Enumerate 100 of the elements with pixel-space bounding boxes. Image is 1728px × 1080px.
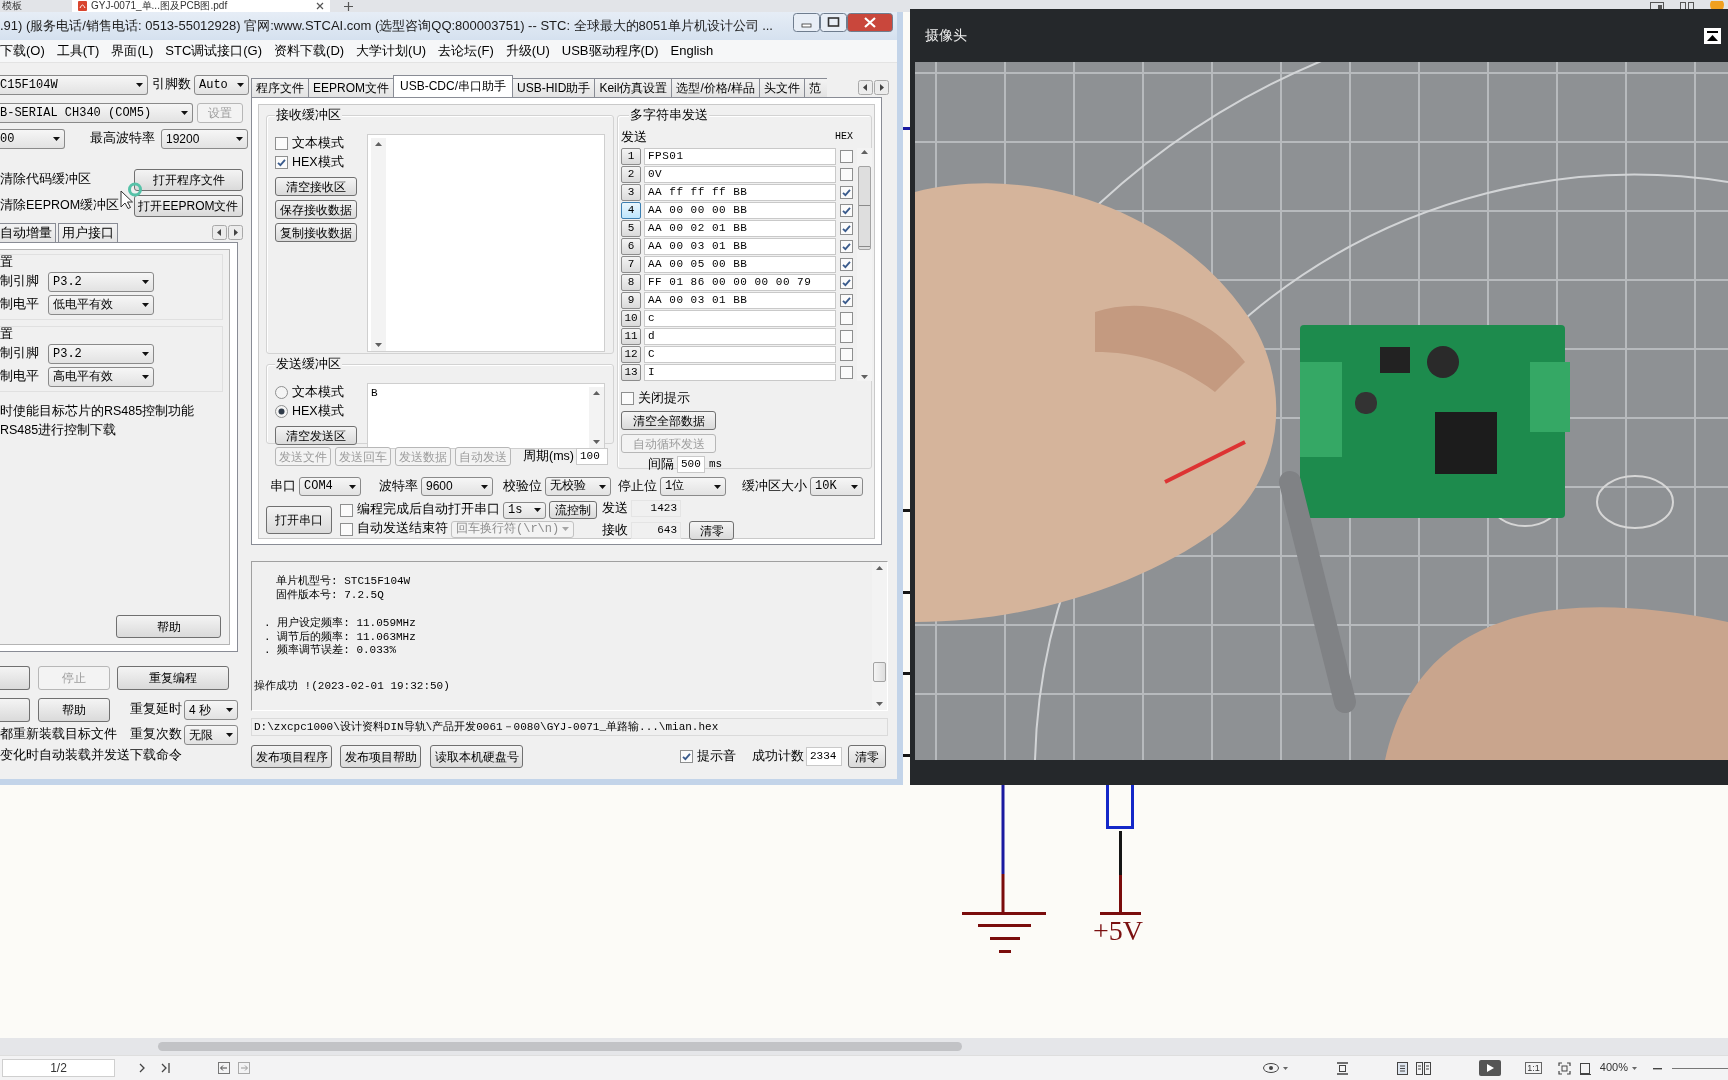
clear-all-button[interactable]: 清空全部数据 [621,411,716,431]
send-row-button[interactable]: 1 [621,148,641,166]
text-field[interactable]: 0V [644,166,836,184]
flow-control-button[interactable]: 流控制 [549,501,597,519]
dropdown[interactable]: B-SERIAL CH340 (COM5) [0,103,193,123]
dropdown[interactable]: 1位 [660,477,726,496]
checkbox[interactable] [840,186,853,200]
interval-field[interactable]: 500 [677,456,705,474]
dropdown[interactable]: COM4 [299,477,361,496]
radio-button[interactable] [275,385,288,399]
tab[interactable]: USB-CDC/串口助手 [393,75,514,97]
counter-field[interactable]: 643 [631,522,681,539]
checkbox[interactable] [840,168,853,182]
text-field[interactable]: AA 00 02 01 BB [644,220,836,238]
scrollbar[interactable] [371,138,386,352]
send-row-button[interactable]: 12 [621,346,641,364]
checkbox[interactable] [840,330,853,344]
send-row-button[interactable]: 7 [621,256,641,274]
send-row-button[interactable]: 4 [621,202,641,220]
menu-item[interactable]: 界面(L) [105,43,160,59]
checkbox[interactable] [840,312,853,326]
dropdown[interactable]: P3.2 [48,272,154,292]
actual-size-button[interactable]: 1:1 [1525,1062,1542,1074]
cut-off-button[interactable] [0,666,30,690]
tab[interactable]: 范 [804,78,828,97]
menu-item[interactable]: 去论坛(F) [432,43,500,59]
arrow-up-icon[interactable] [375,142,382,147]
checkbox[interactable] [840,150,853,164]
cut-off-button[interactable] [0,698,30,722]
tab[interactable]: 用户接口 [58,223,118,242]
arrow-down-icon[interactable] [876,702,883,706]
minimize-icon[interactable] [793,12,820,32]
tab[interactable]: Keil仿真设置 [594,78,673,97]
page-layout-icon[interactable] [1336,1061,1350,1075]
send-row-button[interactable]: 3 [621,184,641,202]
help-button[interactable]: 帮助 [38,698,110,722]
browser-tab[interactable]: 模板 [0,0,62,12]
checkbox[interactable] [840,294,853,308]
period-field[interactable]: 100 [576,448,608,465]
publish-help-button[interactable]: 发布项目帮助 [340,745,421,768]
tab[interactable]: 程序文件 [251,78,309,97]
last-page-icon[interactable] [161,1063,170,1073]
dropdown[interactable]: 1s [503,501,546,519]
dropdown[interactable]: 9600 [421,477,493,496]
menu-item[interactable]: STC调试接口(G) [159,43,269,59]
page-field[interactable]: 1/2 [2,1059,115,1077]
eye-icon[interactable] [1263,1063,1280,1073]
text-area[interactable]: B [367,383,605,450]
arrow-right-icon[interactable] [228,224,243,240]
send-row-button[interactable]: 6 [621,238,641,256]
checkbox[interactable] [621,391,634,405]
text-field[interactable]: AA 00 05 00 BB [644,256,836,274]
checkbox[interactable] [275,136,288,150]
clear-send-button[interactable]: 清空发送区 [275,426,357,446]
scrollbar-thumb[interactable] [873,662,886,682]
text-field[interactable]: I [644,364,836,382]
dropdown[interactable]: 4 秒 [184,700,238,720]
radio-button[interactable] [275,404,288,418]
checkbox[interactable] [840,366,853,380]
checkbox[interactable] [840,222,853,236]
send-row-button[interactable]: 5 [621,220,641,238]
document-icon[interactable] [1397,1061,1409,1075]
caret-icon[interactable] [1632,1066,1637,1070]
back-icon[interactable] [218,1062,230,1074]
send-row-button[interactable]: 13 [621,364,641,382]
arrow-down-icon[interactable] [861,375,868,380]
scrollbar-thumb[interactable] [858,166,871,251]
clear-receive-button[interactable]: 清空接收区 [275,177,357,197]
menu-item[interactable]: 大学计划(U) [350,43,433,59]
arrow-down-icon[interactable] [375,343,382,348]
menu-item[interactable]: 下载(O) [0,43,51,59]
checkbox[interactable] [340,503,353,517]
page-icon[interactable] [1578,1061,1592,1075]
two-pages-icon[interactable] [1416,1061,1432,1075]
arrow-left-icon[interactable] [858,80,873,95]
open-file-button[interactable]: 打开程序文件 [134,169,243,191]
dropdown[interactable]: 无校验 [545,477,611,496]
arrow-left-icon[interactable] [212,224,227,240]
counter-field[interactable]: 2334 [806,747,842,766]
menu-item[interactable]: 工具(T) [50,43,106,59]
text-field[interactable]: AA 00 03 01 BB [644,292,836,310]
dropdown[interactable]: 高电平有效 [48,367,154,387]
send-row-button[interactable]: 2 [621,166,641,184]
menu-item[interactable]: English [664,43,720,59]
checkbox[interactable] [275,155,288,169]
plus-icon[interactable] [344,1,353,11]
zoom-level[interactable]: 400% [1599,1061,1628,1075]
maximize-icon[interactable] [820,12,847,32]
dropdown[interactable]: 无限 [184,725,238,745]
chevron-right-icon[interactable] [139,1063,145,1073]
caret-icon[interactable] [1283,1066,1289,1070]
text-field[interactable]: c [644,310,836,328]
dropdown[interactable]: Auto [194,75,249,95]
checkbox[interactable] [680,750,693,763]
copy-data-button[interactable]: 复制接收数据 [275,223,357,243]
scrollbar-thumb[interactable] [158,1042,962,1051]
text-field[interactable]: FPS01 [644,148,836,166]
text-field[interactable]: C [644,346,836,364]
scrollbar[interactable] [0,1038,1728,1055]
clear-count-button[interactable]: 清零 [689,521,734,540]
